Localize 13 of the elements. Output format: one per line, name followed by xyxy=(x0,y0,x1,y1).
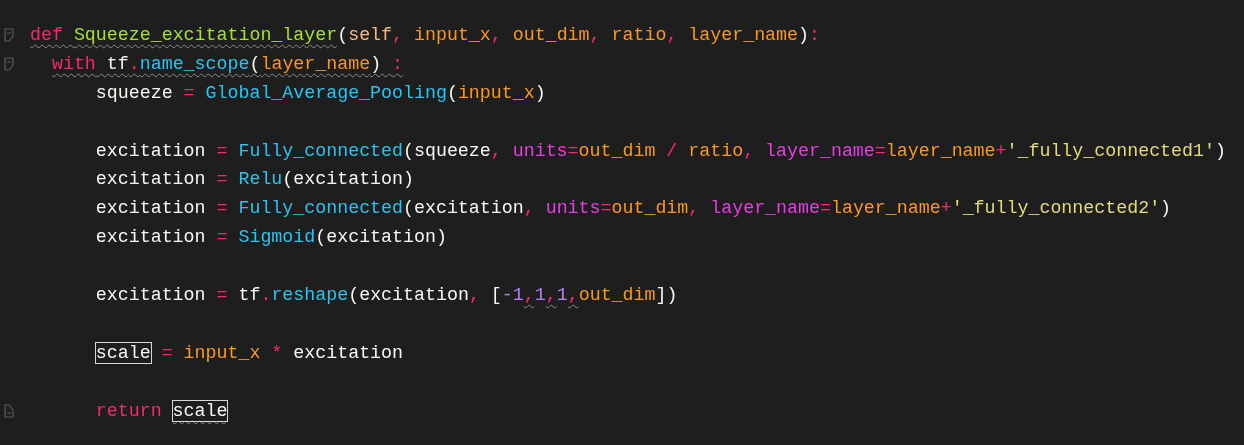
code-line: excitation = tf.reshape(excitation, [-1,1,1,out_dim]) xyxy=(95,285,678,305)
code-line: return scale xyxy=(95,400,228,421)
fold-icon[interactable] xyxy=(4,57,14,72)
code-line: def Squeeze_excitation_layer(self, input_x, out_dim, ratio, layer_name): xyxy=(30,25,820,45)
code-line: excitation = Sigmoid(excitation) xyxy=(95,227,447,248)
code-line: with tf.name_scope(layer_name) : xyxy=(51,53,404,74)
fold-icon[interactable] xyxy=(4,28,14,43)
code-line: excitation = Fully_connected(squeeze, units=out_dim / ratio, layer_name=layer_name+'_fully_connected1') xyxy=(95,140,1226,161)
fold-end-icon xyxy=(4,404,14,418)
code-line: scale = input_x * excitation xyxy=(95,342,404,363)
code-line: squeeze = Global_Average_Pooling(input_x) xyxy=(95,82,546,103)
code-line: excitation = Relu(excitation) xyxy=(95,169,414,190)
code-line: excitation = Fully_connected(excitation, units=out_dim, layer_name=layer_name+'_fully_connected2') xyxy=(95,198,1172,219)
